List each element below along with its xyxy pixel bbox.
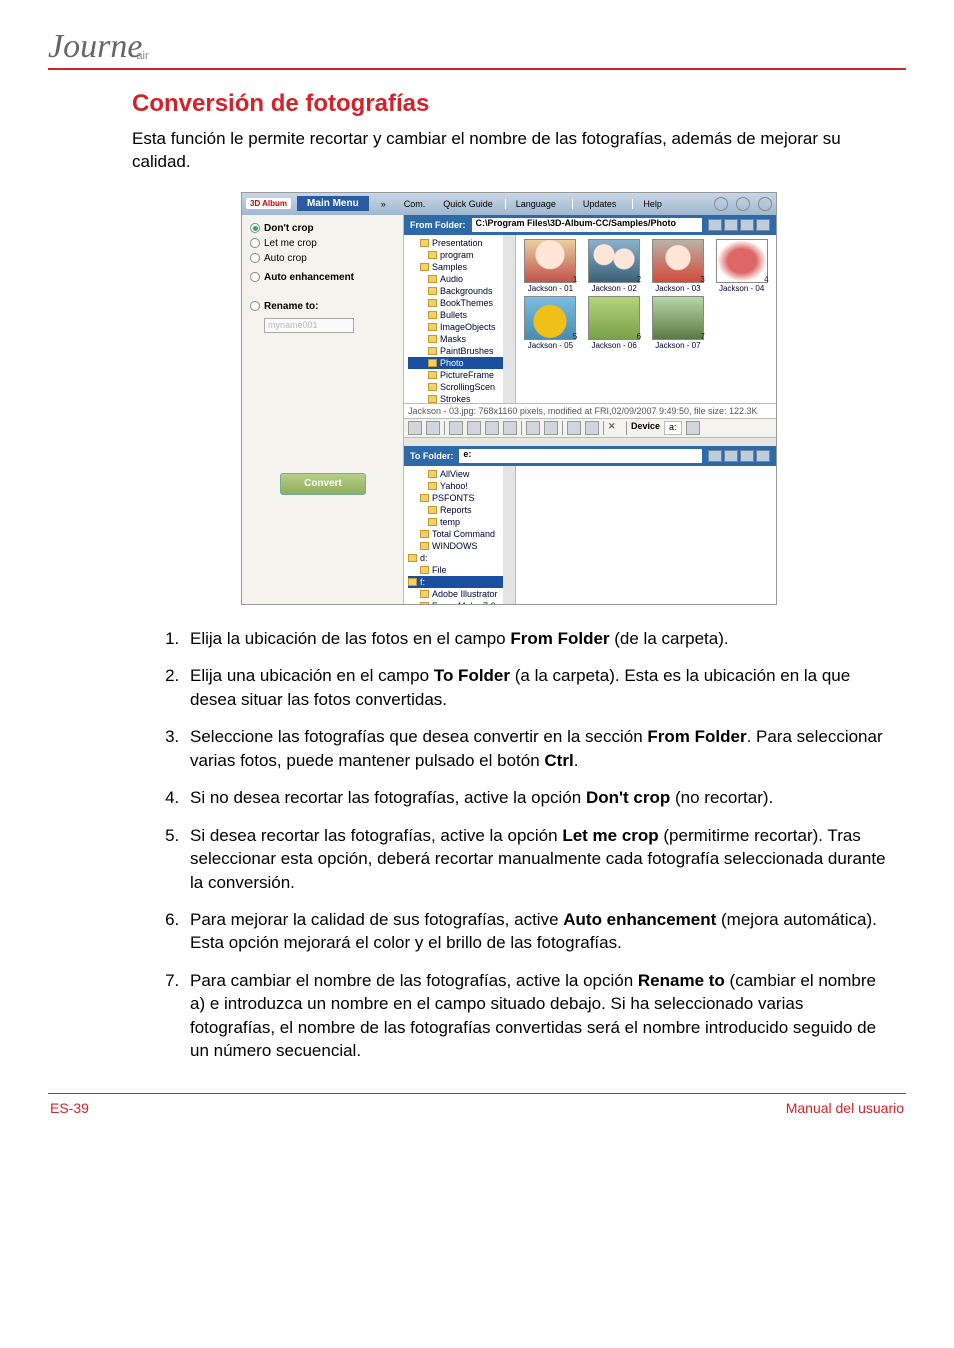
to-folder-path[interactable]: e: [459,449,702,463]
refresh-icon[interactable] [740,450,754,462]
from-folder-path[interactable]: C:\Program Files\3D-Album-CC/Samples/Pho… [472,218,703,232]
menubar: 3D Album Main Menu » Com. Quick Guide La… [242,193,776,215]
radio-auto-enhancement[interactable] [250,272,260,282]
intro-text: Esta función le permite recortar y cambi… [132,128,886,174]
app-logo[interactable]: 3D Album [246,198,291,209]
tool-redo-icon[interactable] [585,421,599,435]
tool-print-icon[interactable] [526,421,540,435]
tool-export-icon[interactable] [426,421,440,435]
radio-rename-to[interactable] [250,301,260,311]
thumb-label[interactable]: Jackson - 05 [520,341,581,350]
thumb-label[interactable]: Jackson - 04 [711,284,772,293]
device-label: Device [631,421,660,435]
step-2: Elija una ubicación en el campo To Folde… [184,664,886,711]
search-icon[interactable] [708,450,722,462]
convert-button[interactable]: Convert [280,473,366,495]
step-5: Si desea recortar las fotografías, activ… [184,824,886,894]
window-max-icon[interactable] [736,197,750,211]
device-refresh-icon[interactable] [686,421,700,435]
label-auto-crop: Auto crop [264,253,307,264]
main-menu-button[interactable]: Main Menu [297,196,369,211]
from-folder-label: From Folder: [410,220,466,230]
options-panel: Don't crop Let me crop Auto crop Auto en… [242,215,404,604]
tree-scrollbar[interactable] [503,466,515,604]
to-folder-tree[interactable]: AllView Yahoo! PSFONTS Reports temp Tota… [404,466,516,604]
thumb-label[interactable]: Jackson - 01 [520,284,581,293]
tool-rotate-left-icon[interactable] [467,421,481,435]
page-heading: Conversión de fotografías [132,90,886,118]
window-min-icon[interactable] [714,197,728,211]
thumb-label[interactable]: Jackson - 06 [584,341,645,350]
label-auto-enhancement: Auto enhancement [264,272,354,283]
to-folder-preview [516,466,776,604]
thumb-label[interactable]: Jackson - 02 [584,284,645,293]
status-line: Jackson - 03.jpg: 768x1160 pixels, modif… [404,403,776,418]
radio-let-me-crop[interactable] [250,238,260,248]
menu-arrow-icon[interactable]: » [375,199,392,209]
tool-flip-icon[interactable] [503,421,517,435]
tool-thumb-icon[interactable] [449,421,463,435]
radio-auto-crop[interactable] [250,253,260,263]
step-3: Seleccione las fotografías que desea con… [184,725,886,772]
to-folder-label: To Folder: [410,451,453,461]
menu-updates[interactable]: Updates [572,199,627,209]
menu-language[interactable]: Language [505,199,566,209]
tool-undo-icon[interactable] [567,421,581,435]
instruction-list: Elija la ubicación de las fotos en el ca… [184,627,886,1063]
rename-input[interactable] [264,318,354,333]
toolbar: ✕ Device a: [404,418,776,438]
thumb-label[interactable]: Jackson - 07 [648,341,709,350]
favorite-icon[interactable] [756,450,770,462]
brand-name: Journe [48,30,142,64]
tool-rotate-right-icon[interactable] [485,421,499,435]
from-folder-bar: From Folder: C:\Program Files\3D-Album-C… [404,215,776,235]
menu-com[interactable]: Com. [398,199,432,209]
favorite-icon[interactable] [756,219,770,231]
page-number: ES-39 [50,1100,89,1116]
tool-delete-icon[interactable]: ✕ [608,421,622,435]
label-let-me-crop: Let me crop [264,238,317,249]
thumb-label[interactable]: Jackson - 03 [648,284,709,293]
app-screenshot: 3D Album Main Menu » Com. Quick Guide La… [241,192,777,605]
label-dont-crop: Don't crop [264,223,314,234]
thumbnail-grid: 1Jackson - 01 2Jackson - 02 3Jackson - 0… [516,235,776,403]
brand-sub: air [136,50,148,62]
brand-logo: Journe air [48,30,906,64]
network-icon[interactable] [724,219,738,231]
tool-scan-icon[interactable] [544,421,558,435]
window-close-icon[interactable] [758,197,772,211]
step-4: Si no desea recortar las fotografías, ac… [184,786,886,809]
page-footer: ES-39 Manual del usuario [48,1093,906,1140]
refresh-icon[interactable] [740,219,754,231]
step-1: Elija la ubicación de las fotos en el ca… [184,627,886,650]
radio-dont-crop[interactable] [250,223,260,233]
network-icon[interactable] [724,450,738,462]
tool-open-icon[interactable] [408,421,422,435]
header-rule [48,68,906,70]
device-field[interactable]: a: [664,421,682,435]
from-folder-tree[interactable]: Presentation program Samples Audio Backg… [404,235,516,403]
step-7: Para cambiar el nombre de las fotografía… [184,969,886,1063]
tree-scrollbar[interactable] [503,235,515,403]
menu-quick-guide[interactable]: Quick Guide [437,199,499,209]
search-icon[interactable] [708,219,722,231]
label-rename-to: Rename to: [264,301,318,312]
menu-help[interactable]: Help [632,199,672,209]
step-6: Para mejorar la calidad de sus fotografí… [184,908,886,955]
footer-title: Manual del usuario [786,1100,904,1116]
to-folder-bar: To Folder: e: [404,446,776,466]
